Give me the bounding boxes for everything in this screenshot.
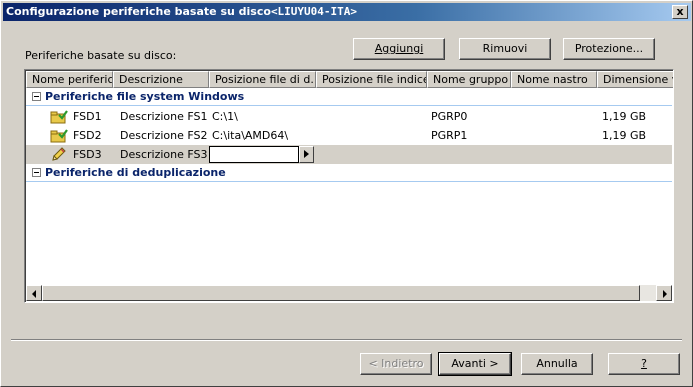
column-header-tape-name[interactable]: Nome nastro: [511, 71, 597, 88]
cell-device-name: FSD3: [73, 148, 102, 161]
cell-device-name: FSD1: [73, 110, 102, 123]
cell-device-name: FSD2: [73, 129, 102, 142]
cell-volume-size: 1,19 GB: [602, 110, 647, 123]
table-row[interactable]: FSD1 Descrizione FS1 C:\1\ PGRP0 1,19 GB: [26, 107, 672, 126]
pencil-edit-icon: [52, 147, 66, 161]
scroll-right-icon[interactable]: [656, 285, 672, 301]
group-header-windows-fs[interactable]: Periferiche file system Windows: [26, 88, 672, 106]
data-path-edit-input[interactable]: [209, 146, 299, 163]
column-header-group-name[interactable]: Nome gruppo: [427, 71, 511, 88]
close-button[interactable]: x: [672, 5, 688, 19]
window-title: Configurazione periferiche basate su dis…: [6, 5, 271, 18]
add-button[interactable]: Aggiungi: [353, 38, 445, 60]
column-header-index-path[interactable]: Posizione file indice: [316, 71, 427, 88]
next-button-label: Avanti >: [451, 357, 499, 370]
group-header-deduplication[interactable]: Periferiche di deduplicazione: [26, 164, 672, 182]
add-button-label: Aggiungi: [374, 42, 424, 55]
cancel-button-label: Annulla: [536, 357, 578, 370]
dialog-window: Configurazione periferiche basate su dis…: [0, 0, 693, 387]
collapse-toggle-icon[interactable]: [32, 168, 41, 177]
group-divider: [26, 181, 672, 182]
cancel-button[interactable]: Annulla: [521, 353, 593, 375]
footer-separator: [11, 339, 682, 341]
scrollbar-thumb[interactable]: [42, 285, 640, 301]
remove-button-label: Rimuovi: [482, 42, 528, 55]
device-checked-icon: [50, 110, 68, 124]
collapse-toggle-icon[interactable]: [32, 92, 41, 101]
cell-volume-size: 1,19 GB: [602, 129, 647, 142]
title-bar[interactable]: Configurazione periferiche basate su dis…: [3, 3, 691, 21]
horizontal-scrollbar[interactable]: [26, 285, 672, 301]
group-divider: [26, 105, 672, 106]
table-row-editing[interactable]: FSD3 Descrizione FS3: [26, 145, 672, 164]
browse-arrow-button[interactable]: [299, 146, 314, 163]
cell-data-path: C:\1\: [212, 110, 238, 123]
list-header: Nome periferica Descrizione Posizione fi…: [26, 71, 673, 88]
table-row[interactable]: FSD2 Descrizione FS2 C:\ita\AMD64\ PGRP1…: [26, 126, 672, 145]
column-header-device-name[interactable]: Nome periferica: [26, 71, 113, 88]
window-title-host: <LIUYU04-ITA>: [270, 5, 358, 18]
column-header-volume-size[interactable]: Dimensione volume: [597, 71, 673, 88]
protection-button-label: Protezione...: [574, 42, 644, 55]
close-icon: x: [676, 5, 684, 18]
protection-button[interactable]: Protezione...: [563, 38, 655, 60]
help-button-label: ?: [641, 357, 647, 370]
group-label: Periferiche file system Windows: [45, 90, 245, 103]
device-checked-icon: [50, 129, 68, 143]
devices-list[interactable]: Nome periferica Descrizione Posizione fi…: [24, 69, 674, 303]
group-label: Periferiche di deduplicazione: [45, 166, 226, 179]
scroll-left-icon[interactable]: [26, 285, 42, 301]
back-button-label: < Indietro: [368, 357, 424, 370]
cell-description: Descrizione FS2: [120, 129, 208, 142]
back-button[interactable]: < Indietro: [360, 353, 432, 375]
cell-group-name: PGRP1: [431, 129, 468, 142]
devices-list-label: Periferiche basate su disco:: [25, 49, 177, 62]
cell-group-name: PGRP0: [431, 110, 468, 123]
cell-description: Descrizione FS1: [120, 110, 208, 123]
cell-description: Descrizione FS3: [120, 148, 208, 161]
cell-data-path: C:\ita\AMD64\: [212, 129, 289, 142]
column-header-description[interactable]: Descrizione: [113, 71, 209, 88]
next-button[interactable]: Avanti >: [438, 352, 512, 376]
column-header-data-path[interactable]: Posizione file di d...: [209, 71, 316, 88]
help-button[interactable]: ?: [608, 353, 680, 375]
remove-button[interactable]: Rimuovi: [459, 38, 551, 60]
